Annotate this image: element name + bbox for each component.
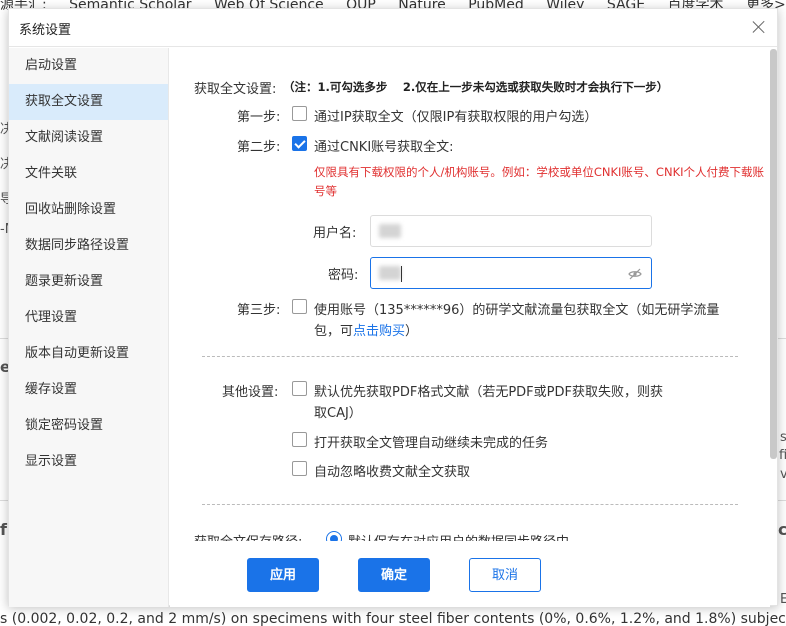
step3-text-line2: 包，可点击购买）: [314, 320, 418, 339]
fulltext-heading: 获取全文设置:: [194, 82, 277, 97]
bg-left-fragment: f: [0, 520, 7, 539]
bg-right-fragment: E: [780, 592, 786, 607]
bg-right-fragment: ss: [780, 430, 786, 445]
step2-warning: 仅限具有下载权限的个人/机构账号。例如：学校或单位CNKI账号、CNKI个人付费…: [314, 165, 765, 198]
cancel-button[interactable]: 取消: [469, 558, 541, 592]
bg-divider: [0, 338, 8, 339]
step2-label: 第二步:: [237, 140, 281, 155]
buy-link[interactable]: 点击购买: [353, 324, 405, 339]
bg-right-fragment: fic: [779, 448, 786, 463]
bg-divider: [778, 500, 786, 501]
sidebar-item-display[interactable]: 显示设置: [9, 444, 168, 480]
dialog-footer: 应用 确定 取消: [170, 542, 770, 607]
prefer-pdf-line1: 默认优先获取PDF格式文献（若无PDF或PDF获取失败，则获: [314, 385, 663, 400]
username-label: 用户名:: [313, 226, 357, 241]
step1-label: 第一步:: [237, 110, 281, 125]
sidebar-item-sync-path[interactable]: 数据同步路径设置: [9, 228, 168, 264]
username-value: [379, 224, 401, 238]
step1-text: 通过IP获取全文（仅限IP有获取权限的用户勾选）: [314, 110, 598, 125]
username-field[interactable]: [370, 215, 652, 247]
ok-button[interactable]: 确定: [358, 558, 430, 592]
content-scrollbar[interactable]: [770, 49, 777, 459]
dialog-header: 系统设置: [9, 9, 777, 47]
ignore-paid-text: 自动忽略收费文献全文获取: [314, 465, 471, 480]
bg-right-fragment: ve: [780, 467, 786, 482]
bg-divider: [778, 338, 786, 339]
text-caret: [401, 266, 402, 282]
ignore-paid-checkbox[interactable]: [292, 461, 307, 476]
sidebar-item-file-association[interactable]: 文件关联: [9, 156, 168, 192]
close-icon[interactable]: [751, 19, 767, 35]
auto-resume-text: 打开获取全文管理自动继续未完成的任务: [314, 436, 549, 451]
step3-text-line1: 使用账号（135******96）的研学文献流量包获取全文（如无研学流量: [314, 303, 720, 318]
section-divider: [202, 356, 738, 357]
step3-label: 第三步:: [237, 303, 281, 318]
sidebar-item-record-update[interactable]: 题录更新设置: [9, 264, 168, 300]
fulltext-note: （注：1.可勾选多步 2.仅在上一步未勾选或获取失败时才会执行下一步）: [283, 80, 669, 94]
step2-checkbox[interactable]: [292, 136, 307, 151]
password-value: [379, 266, 401, 280]
save-path-radio[interactable]: [326, 531, 342, 541]
step3-text-pre: 包，可: [314, 324, 354, 339]
sidebar-item-fulltext[interactable]: 获取全文设置: [9, 84, 168, 120]
settings-sidebar: 启动设置 获取全文设置 文献阅读设置 文件关联 回收站删除设置 数据同步路径设置…: [9, 48, 169, 607]
step1-checkbox[interactable]: [292, 106, 307, 121]
sidebar-item-reading[interactable]: 文献阅读设置: [9, 120, 168, 156]
step3-checkbox[interactable]: [292, 299, 307, 314]
save-path-option: 默认保存在对应用户的数据同步路径中: [348, 531, 569, 541]
prefer-pdf-line2: 取CAJ）: [314, 406, 362, 421]
step2-text: 通过CNKI账号获取全文:: [314, 140, 454, 155]
sidebar-item-cache[interactable]: 缓存设置: [9, 372, 168, 408]
prefer-pdf-checkbox[interactable]: [292, 381, 307, 396]
sidebar-item-startup[interactable]: 启动设置: [9, 48, 168, 84]
system-settings-dialog: 系统设置 启动设置 获取全文设置 文献阅读设置 文件关联 回收站删除设置 数据同…: [8, 8, 778, 607]
bg-right-fragment: cl: [778, 520, 786, 539]
bg-divider: [0, 500, 8, 501]
apply-button[interactable]: 应用: [247, 558, 319, 592]
step3-text-post: ）: [405, 324, 419, 339]
password-field[interactable]: [370, 257, 652, 289]
bg-article-text: s (0.002, 0.02, 0.2, and 2 mm/s) on spec…: [0, 611, 786, 626]
section-divider: [202, 504, 738, 505]
save-path-label: 获取全文保存路径:: [194, 531, 302, 541]
sidebar-item-lock-password[interactable]: 锁定密码设置: [9, 408, 168, 444]
password-label: 密码:: [328, 268, 359, 283]
eye-off-icon[interactable]: [628, 267, 642, 281]
auto-resume-checkbox[interactable]: [292, 432, 307, 447]
sidebar-item-auto-update[interactable]: 版本自动更新设置: [9, 336, 168, 372]
dialog-title: 系统设置: [19, 23, 72, 38]
settings-content: 获取全文设置: （注：1.可勾选多步 2.仅在上一步未勾选或获取失败时才会执行下…: [170, 48, 770, 541]
sidebar-item-recycle-bin[interactable]: 回收站删除设置: [9, 192, 168, 228]
sidebar-item-proxy[interactable]: 代理设置: [9, 300, 168, 336]
other-settings-label: 其他设置:: [222, 385, 279, 400]
